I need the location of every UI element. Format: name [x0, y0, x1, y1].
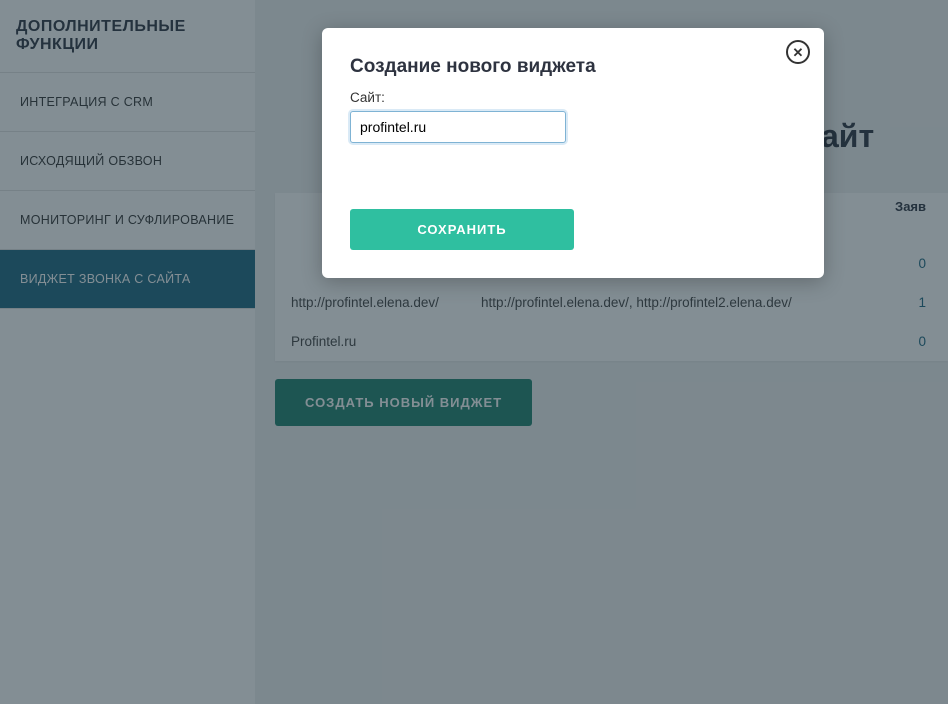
site-label: Сайт:	[350, 90, 796, 105]
close-icon[interactable]: ✕	[786, 40, 810, 64]
modal-title: Создание нового виджета	[350, 56, 796, 78]
save-button[interactable]: СОХРАНИТЬ	[350, 209, 574, 250]
create-widget-modal: ✕ Создание нового виджета Сайт: СОХРАНИТ…	[322, 28, 824, 278]
site-input[interactable]	[350, 111, 566, 143]
